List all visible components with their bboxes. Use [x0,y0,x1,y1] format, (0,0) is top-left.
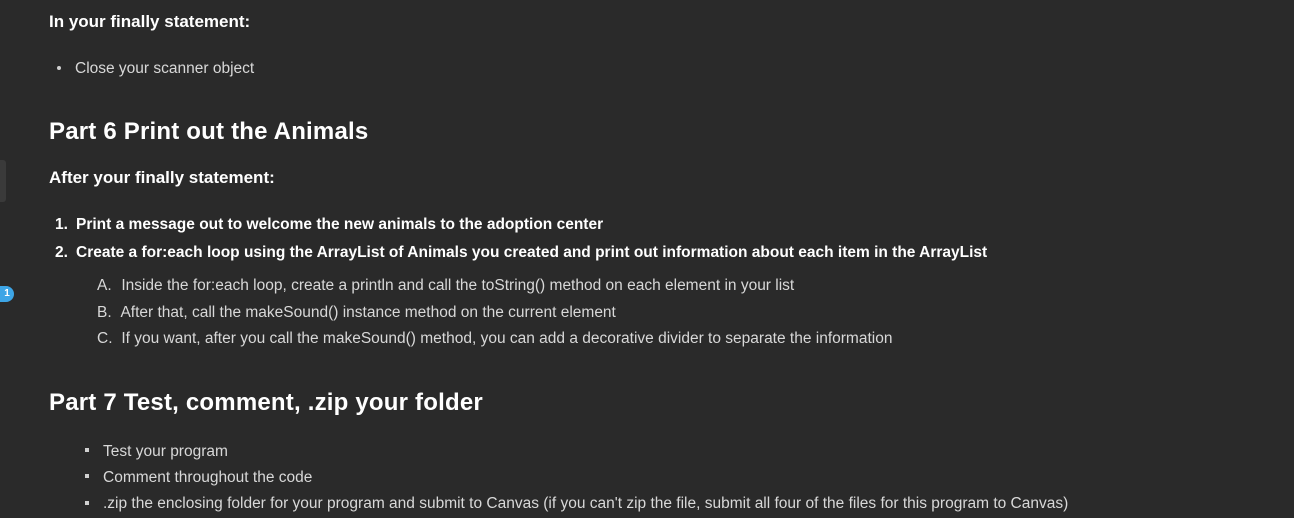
substep-text: Inside the for:each loop, create a print… [121,277,794,294]
substep-letter: A. [97,273,117,299]
part6-title: Part 6 Print out the Animals [49,118,1264,146]
list-item: Test your program [91,439,1264,465]
part6-sub: After your finally statement: [49,168,1264,188]
intro-bullet-list: Close your scanner object [49,56,1264,82]
list-item: A. Inside the for:each loop, create a pr… [97,273,1264,299]
part6-steps: Print a message out to welcome the new a… [49,212,1264,265]
substep-text: If you want, after you call the makeSoun… [121,330,892,347]
list-item: Create a for:each loop using the ArrayLi… [55,240,1264,266]
part6-substeps: A. Inside the for:each loop, create a pr… [49,273,1264,352]
list-item: B. After that, call the makeSound() inst… [97,300,1264,326]
substep-letter: C. [97,326,117,352]
list-item: Print a message out to welcome the new a… [55,212,1264,238]
intro-heading: In your finally statement: [49,12,1264,32]
substep-text: After that, call the makeSound() instanc… [120,304,615,321]
document-content: In your finally statement: Close your sc… [49,0,1264,518]
part7-bullets: Test your program Comment throughout the… [49,439,1264,518]
list-item: Comment throughout the code [91,465,1264,491]
part7-title: Part 7 Test, comment, .zip your folder [49,389,1264,417]
substep-letter: B. [97,300,117,326]
rail-tab[interactable] [0,160,6,202]
list-item: C. If you want, after you call the makeS… [97,326,1264,352]
list-item: Close your scanner object [63,56,1264,82]
list-item: .zip the enclosing folder for your progr… [91,491,1264,517]
side-rail: 1 [0,0,20,518]
rail-badge[interactable]: 1 [0,286,14,302]
